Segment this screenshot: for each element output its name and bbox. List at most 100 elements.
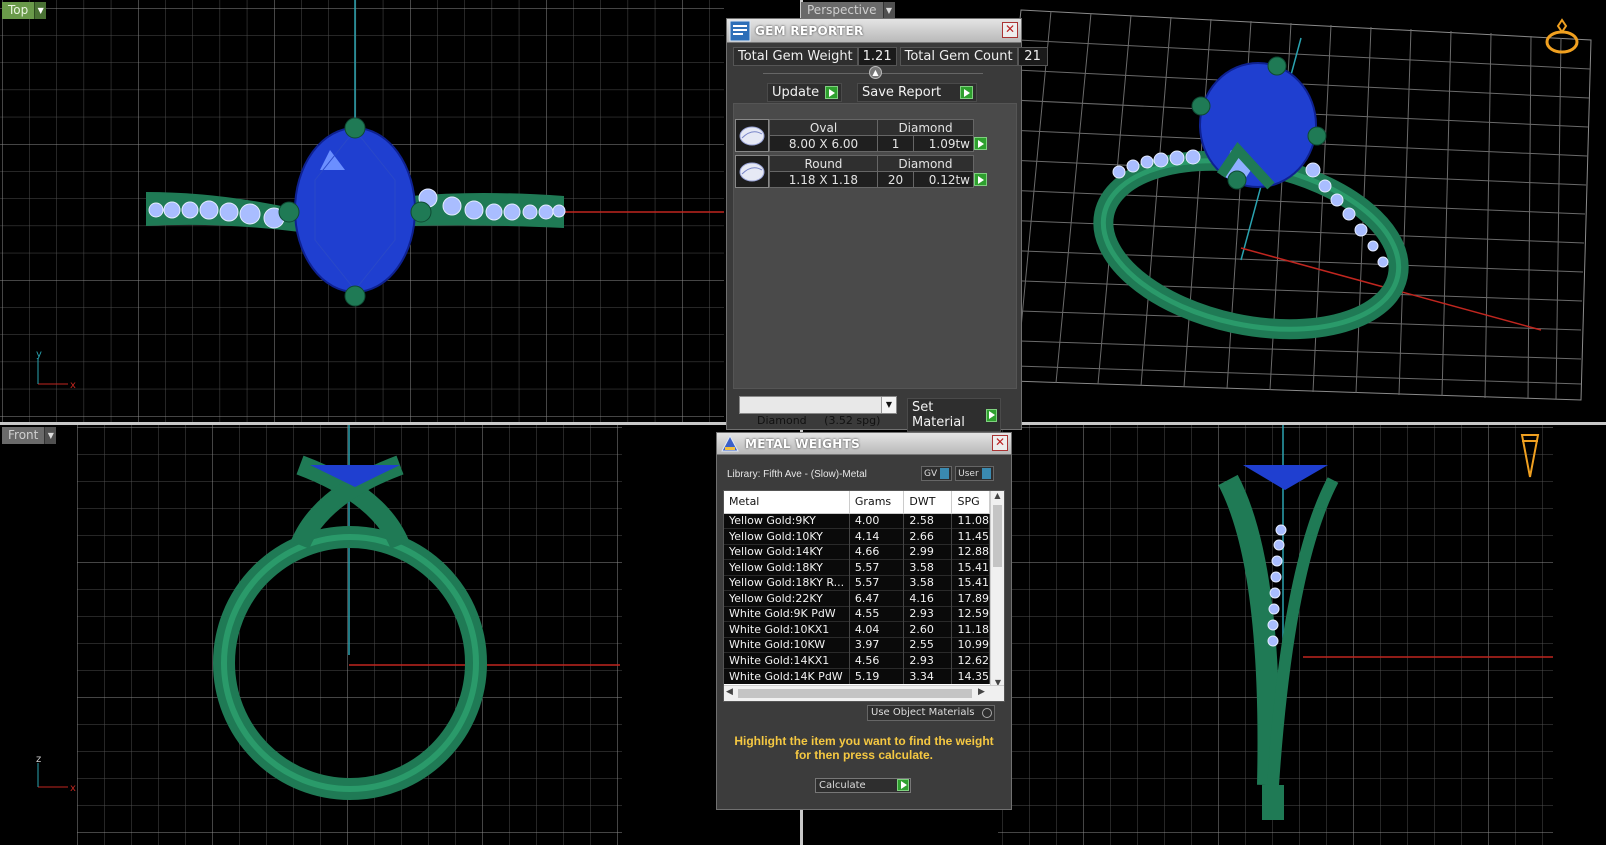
table-row[interactable]: White Gold:14K PdW 5.19 3.34 14.35 xyxy=(724,667,990,684)
scroll-thumb[interactable] xyxy=(738,689,972,698)
grams-cell: 4.56 xyxy=(849,652,905,668)
dwt-cell: 3.34 xyxy=(903,667,953,684)
spg-cell: 12.88 xyxy=(951,543,990,560)
play-icon xyxy=(897,779,909,791)
dwt-cell: 2.93 xyxy=(903,605,953,622)
grams-cell: 4.14 xyxy=(849,528,905,544)
column-header-grams[interactable]: Grams xyxy=(849,491,905,514)
gem-material: Diamond xyxy=(876,155,975,172)
grams-cell: 4.04 xyxy=(849,621,905,637)
gem-reporter-icon xyxy=(729,20,751,41)
update-button[interactable]: Update xyxy=(767,81,843,102)
gem-nav-icon[interactable] xyxy=(1518,429,1542,481)
column-header-dwt[interactable]: DWT xyxy=(903,491,953,514)
table-row[interactable]: Yellow Gold:9KY 4.00 2.58 11.08 xyxy=(724,513,990,529)
spg-cell: 11.18 xyxy=(951,621,990,637)
spg-cell: 15.41 xyxy=(951,559,990,575)
chevron-down-icon[interactable]: ▼ xyxy=(881,397,896,413)
chevron-down-icon[interactable]: ▼ xyxy=(34,2,47,19)
viewport-tab-front[interactable]: Front ▼ xyxy=(2,427,57,444)
table-row[interactable]: White Gold:10KW 3.97 2.55 10.99 xyxy=(724,636,990,653)
oval-gem-icon xyxy=(735,119,769,152)
total-gem-weight-value: 1.21 xyxy=(857,47,897,66)
chevron-down-icon[interactable]: ▼ xyxy=(44,427,57,444)
set-material-button[interactable]: Set Material xyxy=(907,396,1001,432)
user-button[interactable]: User xyxy=(955,466,994,481)
metal-name-cell: Yellow Gold:9KY xyxy=(724,513,850,529)
chevron-down-icon[interactable]: ▼ xyxy=(882,2,895,19)
play-icon xyxy=(960,86,973,99)
vertical-scrollbar[interactable]: ▲ ▼ xyxy=(990,491,1004,687)
play-icon[interactable] xyxy=(974,173,987,186)
scroll-up-icon[interactable]: ▲ xyxy=(991,491,1004,503)
top-viewport[interactable]: y x Top ▼ xyxy=(0,0,724,422)
total-gem-count-value: 21 xyxy=(1017,47,1048,66)
viewport-tab-perspective[interactable]: Perspective ▼ xyxy=(801,2,895,19)
spg-cell: 12.59 xyxy=(951,605,990,622)
table-row[interactable]: White Gold:9K PdW 4.55 2.93 12.59 xyxy=(724,605,990,622)
close-icon[interactable]: ✕ xyxy=(992,435,1008,451)
library-mode-buttons: GV User xyxy=(921,466,994,481)
close-icon[interactable]: ✕ xyxy=(1002,22,1018,38)
metal-weights-icon xyxy=(721,434,739,451)
gem-list: Oval Diamond 8.00 X 6.00 1 1.09tw Round … xyxy=(735,119,987,191)
table-row[interactable]: Yellow Gold:18KY 5.57 3.58 15.41 xyxy=(724,559,990,575)
grams-cell: 4.55 xyxy=(849,605,905,622)
metal-name-cell: White Gold:9K PdW xyxy=(724,605,850,622)
collapse-toggle-icon[interactable]: ▲ xyxy=(869,66,882,79)
front-viewport[interactable]: z x Front ▼ xyxy=(0,425,800,845)
grams-cell: 4.00 xyxy=(849,513,905,529)
grams-cell: 6.47 xyxy=(849,590,905,606)
use-object-materials-button[interactable]: Use Object Materials xyxy=(867,705,995,721)
dwt-cell: 2.55 xyxy=(903,636,953,653)
dwt-cell: 4.16 xyxy=(903,590,953,606)
horizontal-scrollbar[interactable]: ◀ ▶ xyxy=(724,685,1004,701)
dwt-cell: 3.58 xyxy=(903,574,953,591)
play-icon xyxy=(825,86,839,99)
top-axis-y: y xyxy=(36,349,42,360)
scroll-right-icon[interactable]: ▶ xyxy=(978,687,985,697)
total-gem-weight-label: Total Gem Weight xyxy=(733,47,858,66)
radio-icon[interactable] xyxy=(982,708,992,718)
table-row[interactable]: Yellow Gold:18KY R... 5.57 3.58 15.41 xyxy=(724,574,990,591)
column-header-metal[interactable]: Metal xyxy=(724,491,850,514)
metal-name-cell: White Gold:10KW xyxy=(724,636,850,653)
spg-cell: 10.99 xyxy=(951,636,990,653)
play-icon[interactable] xyxy=(974,137,987,150)
table-row[interactable]: Yellow Gold:22KY 6.47 4.16 17.89 xyxy=(724,590,990,606)
table-row[interactable]: Yellow Gold:10KY 4.14 2.66 11.45 xyxy=(724,528,990,544)
round-gem-icon xyxy=(735,155,769,188)
calculate-button[interactable]: Calculate xyxy=(815,778,911,793)
gem-row[interactable]: Oval Diamond 8.00 X 6.00 1 1.09tw xyxy=(735,119,987,152)
table-row[interactable]: White Gold:14KX1 4.56 2.93 12.62 xyxy=(724,652,990,668)
viewport-tab-label: Top xyxy=(2,2,35,19)
scroll-left-icon[interactable]: ◀ xyxy=(726,687,733,697)
gem-row[interactable]: Round Diamond 1.18 X 1.18 20 0.12tw xyxy=(735,155,987,188)
column-header-spg[interactable]: SPG xyxy=(951,491,990,514)
grams-cell: 4.66 xyxy=(849,543,905,560)
dwt-cell: 2.93 xyxy=(903,652,953,668)
viewport-tab-top[interactable]: Top ▼ xyxy=(2,2,47,19)
save-report-button[interactable]: Save Report xyxy=(857,81,977,102)
panel-title: GEM REPORTER xyxy=(755,23,864,38)
table-row[interactable]: Yellow Gold:14KY 4.66 2.99 12.88 xyxy=(724,543,990,560)
gem-weight: 0.12tw xyxy=(913,171,974,188)
gem-reporter-panel: GEM REPORTER ✕ Total Gem Weight 1.21 Tot… xyxy=(726,18,1048,432)
spg-cell: 11.45 xyxy=(951,528,990,544)
metal-table[interactable]: Metal Grams DWT SPG Yellow Gold:9KY 4.00 2… xyxy=(723,490,1005,702)
gem-count: 1 xyxy=(877,135,915,152)
metal-name-cell: White Gold:14K PdW xyxy=(724,667,850,684)
dwt-cell: 2.60 xyxy=(903,621,953,637)
gv-button[interactable]: GV xyxy=(921,466,953,481)
ring-nav-cube-icon[interactable] xyxy=(1542,18,1582,58)
table-row[interactable]: White Gold:10KX1 4.04 2.60 11.18 xyxy=(724,621,990,637)
hint-text: Highlight the item you want to find the … xyxy=(734,734,994,762)
metal-weights-titlebar[interactable]: METAL WEIGHTS ✕ xyxy=(717,433,1011,455)
material-select[interactable]: Diamond (3.52 spg) ▼ xyxy=(739,396,897,427)
grams-cell: 3.97 xyxy=(849,636,905,653)
dwt-cell: 2.58 xyxy=(903,513,953,529)
play-icon xyxy=(985,408,997,422)
gem-reporter-titlebar[interactable]: GEM REPORTER ✕ xyxy=(727,19,1021,43)
scroll-thumb[interactable] xyxy=(993,505,1002,567)
dwt-cell: 2.99 xyxy=(903,543,953,560)
